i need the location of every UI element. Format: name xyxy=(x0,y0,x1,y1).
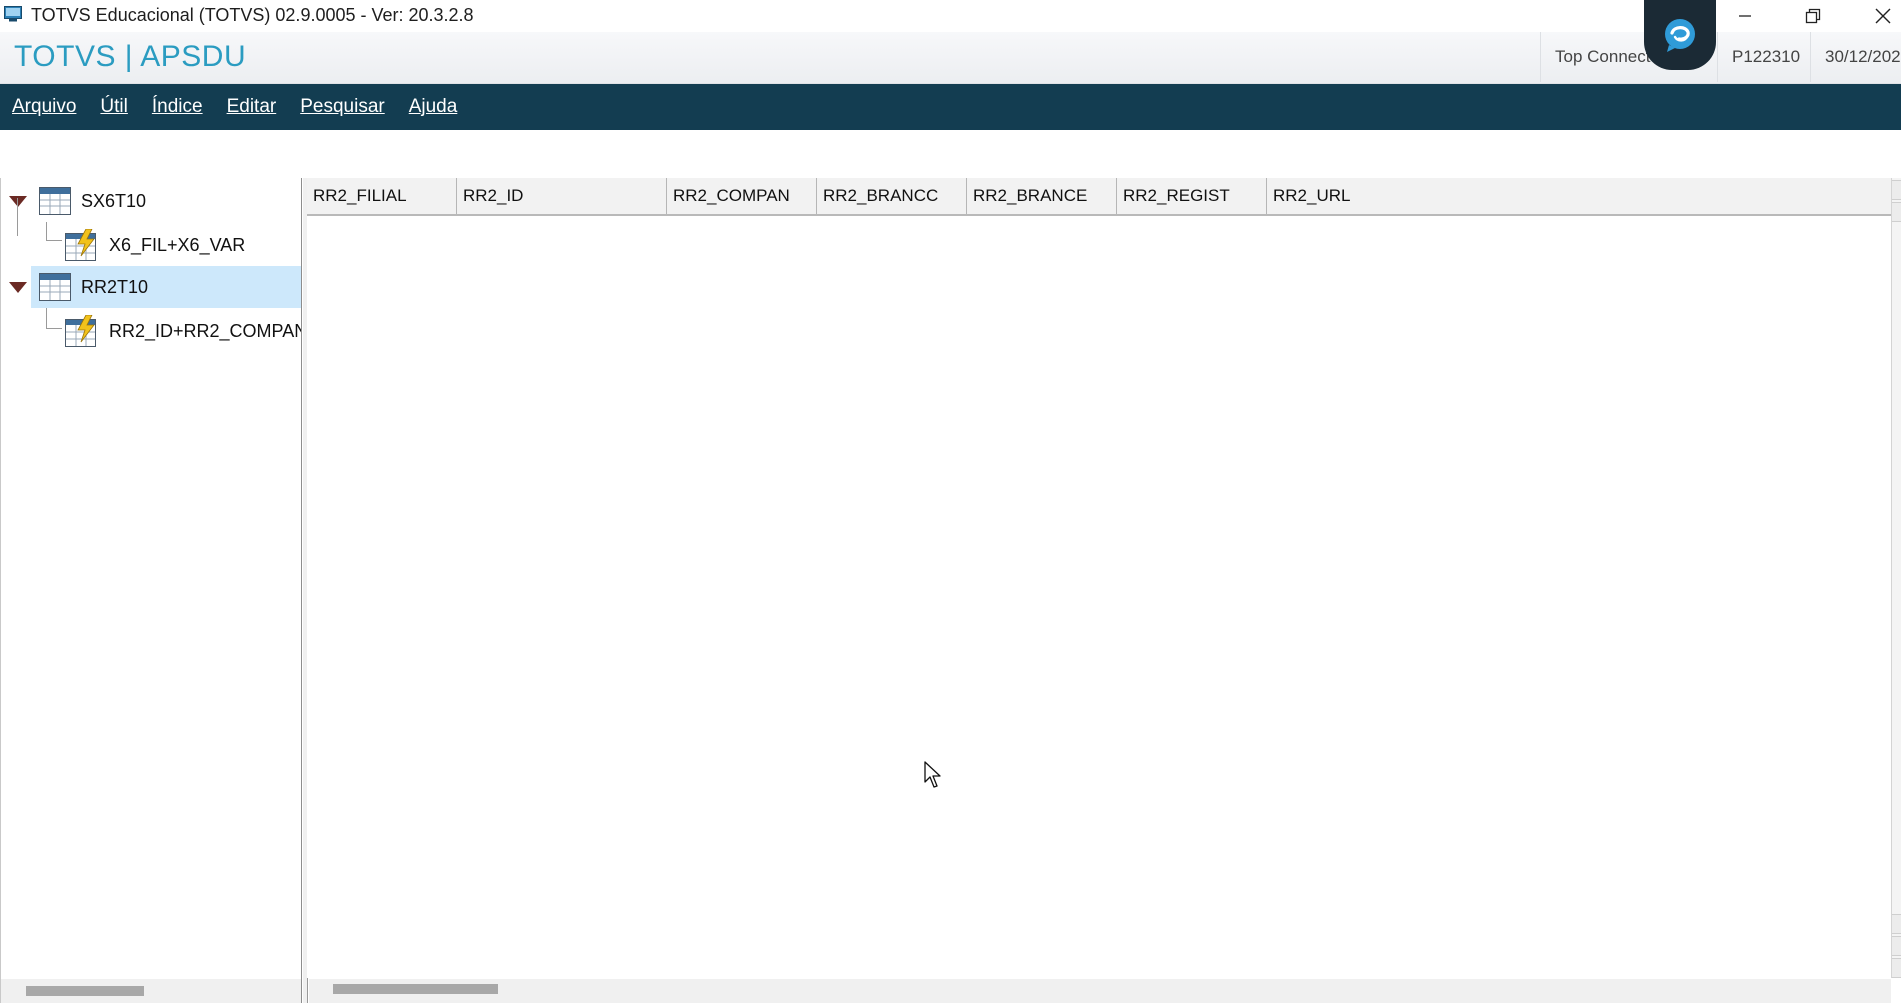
scroll-button[interactable] xyxy=(1892,914,1901,934)
tree-node-label: X6_FIL+X6_VAR xyxy=(109,234,246,255)
column-header[interactable]: RR2_COMPAN xyxy=(667,178,817,214)
mouse-pointer-icon xyxy=(924,761,944,794)
column-header[interactable]: RR2_BRANCC xyxy=(817,178,967,214)
tree-node-label: RR2T10 xyxy=(81,276,149,297)
user-code: P122310 xyxy=(1717,32,1814,82)
column-header[interactable]: RR2_FILIAL xyxy=(307,178,457,214)
tree-node-label: SX6T10 xyxy=(81,190,147,211)
scroll-up-button[interactable] xyxy=(1892,180,1901,200)
scroll-thumb[interactable] xyxy=(26,986,144,996)
column-header[interactable]: RR2_BRANCE xyxy=(967,178,1117,214)
minimize-icon xyxy=(1739,15,1751,17)
scroll-down-button[interactable] xyxy=(1892,958,1901,978)
tree-node-label: RR2_ID+RR2_COMPAN+ xyxy=(109,320,301,341)
restore-icon xyxy=(1805,8,1821,24)
tree-connector-line xyxy=(46,308,47,328)
expand-arrow-icon[interactable] xyxy=(9,281,27,293)
tree-node-rr2t10[interactable]: RR2T10 xyxy=(1,266,301,308)
column-header[interactable]: RR2_URL xyxy=(1267,178,1891,214)
expand-arrow-icon[interactable] xyxy=(9,195,27,207)
assistant-chat-icon xyxy=(1665,19,1695,52)
tree-node-sx6t10[interactable]: SX6T10 xyxy=(1,180,301,222)
vertical-scrollbar[interactable] xyxy=(1891,178,1901,978)
session-date: 30/12/2024 xyxy=(1810,32,1901,82)
close-button[interactable] xyxy=(1848,0,1901,32)
menu-bar: Arquivo Útil Índice Editar Pesquisar Aju… xyxy=(0,84,1901,130)
table-icon xyxy=(39,187,71,215)
minimize-button[interactable] xyxy=(1710,0,1780,32)
tree-panel: SX6T10 X6_FIL+X6_VAR RR2T10 RR2_ID+RR2_C… xyxy=(0,178,302,1003)
scroll-thumb[interactable] xyxy=(333,984,498,994)
tree-connector-line xyxy=(46,240,62,241)
column-header[interactable]: RR2_REGIST xyxy=(1117,178,1267,214)
tree-connector-line xyxy=(17,198,18,236)
menu-arquivo[interactable]: Arquivo xyxy=(12,96,76,118)
menu-pesquisar[interactable]: Pesquisar xyxy=(300,96,385,118)
grid-header: RR2_FILIAL RR2_ID RR2_COMPAN RR2_BRANCC … xyxy=(307,178,1891,216)
close-icon xyxy=(1875,8,1891,24)
scroll-button[interactable] xyxy=(1892,202,1901,222)
scroll-button[interactable] xyxy=(1892,936,1901,956)
assistant-button[interactable] xyxy=(1644,0,1716,70)
menu-editar[interactable]: Editar xyxy=(227,96,277,118)
tree-node-index-sx6[interactable]: X6_FIL+X6_VAR xyxy=(65,224,301,266)
column-header[interactable]: RR2_ID xyxy=(457,178,667,214)
index-lightning-icon xyxy=(65,229,99,261)
menu-indice[interactable]: Índice xyxy=(152,96,203,118)
tree-connector-line xyxy=(46,222,47,240)
grid-horizontal-scrollbar[interactable] xyxy=(309,979,1891,1003)
menu-ajuda[interactable]: Ajuda xyxy=(409,96,458,118)
tree-node-index-rr2[interactable]: RR2_ID+RR2_COMPAN+ xyxy=(65,310,301,352)
data-grid: RR2_FILIAL RR2_ID RR2_COMPAN RR2_BRANCC … xyxy=(307,178,1891,978)
window-title: TOTVS Educacional (TOTVS) 02.9.0005 - Ve… xyxy=(31,5,474,25)
tree-connector-line xyxy=(46,328,62,329)
app-window-icon xyxy=(4,6,22,22)
table-icon xyxy=(39,273,71,301)
brand-title: TOTVS | APSDU xyxy=(14,40,247,73)
restore-button[interactable] xyxy=(1778,0,1848,32)
index-lightning-icon xyxy=(65,315,99,347)
selected-node-highlight: RR2T10 xyxy=(31,266,301,308)
menu-util[interactable]: Útil xyxy=(100,96,127,118)
